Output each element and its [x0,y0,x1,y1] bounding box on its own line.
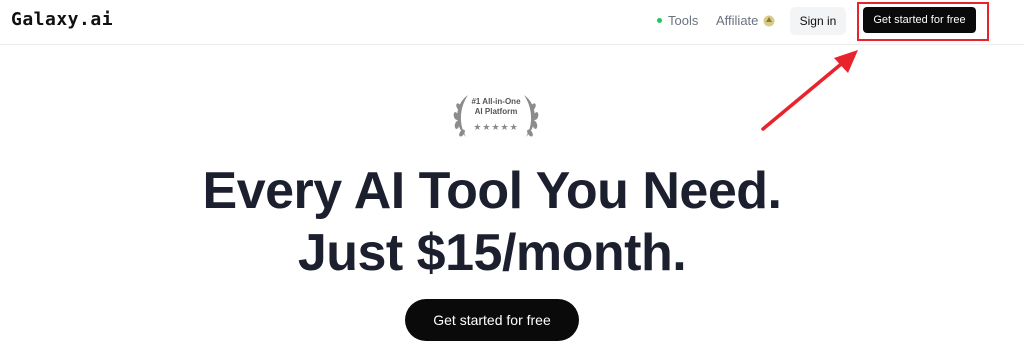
badge-stars-icon: ★★★★★ [473,122,519,132]
badge-line-1: #1 All-in-One [471,97,521,106]
hero-headline-line-1: Every AI Tool You Need. [202,162,782,220]
top-navigation-bar: Galaxy.ai Tools Affiliate Sign in Get st… [0,0,1024,45]
get-started-button-header[interactable]: Get started for free [863,7,976,33]
nav-link-affiliate[interactable]: Affiliate [716,13,776,28]
hero-headline-line-2: Just $15/month. [297,224,687,282]
nav-link-tools[interactable]: Tools [657,13,698,28]
nav-affiliate-label: Affiliate [716,13,759,28]
sign-in-button[interactable]: Sign in [790,7,846,35]
badge-title: #1 All-in-One AI Platform [446,97,546,117]
badge-line-2: AI Platform [474,107,518,116]
status-dot-icon [657,18,662,23]
hand-icon [763,15,775,26]
nav-tools-label: Tools [668,13,699,28]
award-badge: #1 All-in-One AI Platform ★★★★★ [446,89,546,141]
hero-headline: Every AI Tool You Need. Just $15/month. [0,160,984,284]
get-started-button-hero[interactable]: Get started for free [405,299,579,341]
logo[interactable]: Galaxy.ai [11,9,113,30]
